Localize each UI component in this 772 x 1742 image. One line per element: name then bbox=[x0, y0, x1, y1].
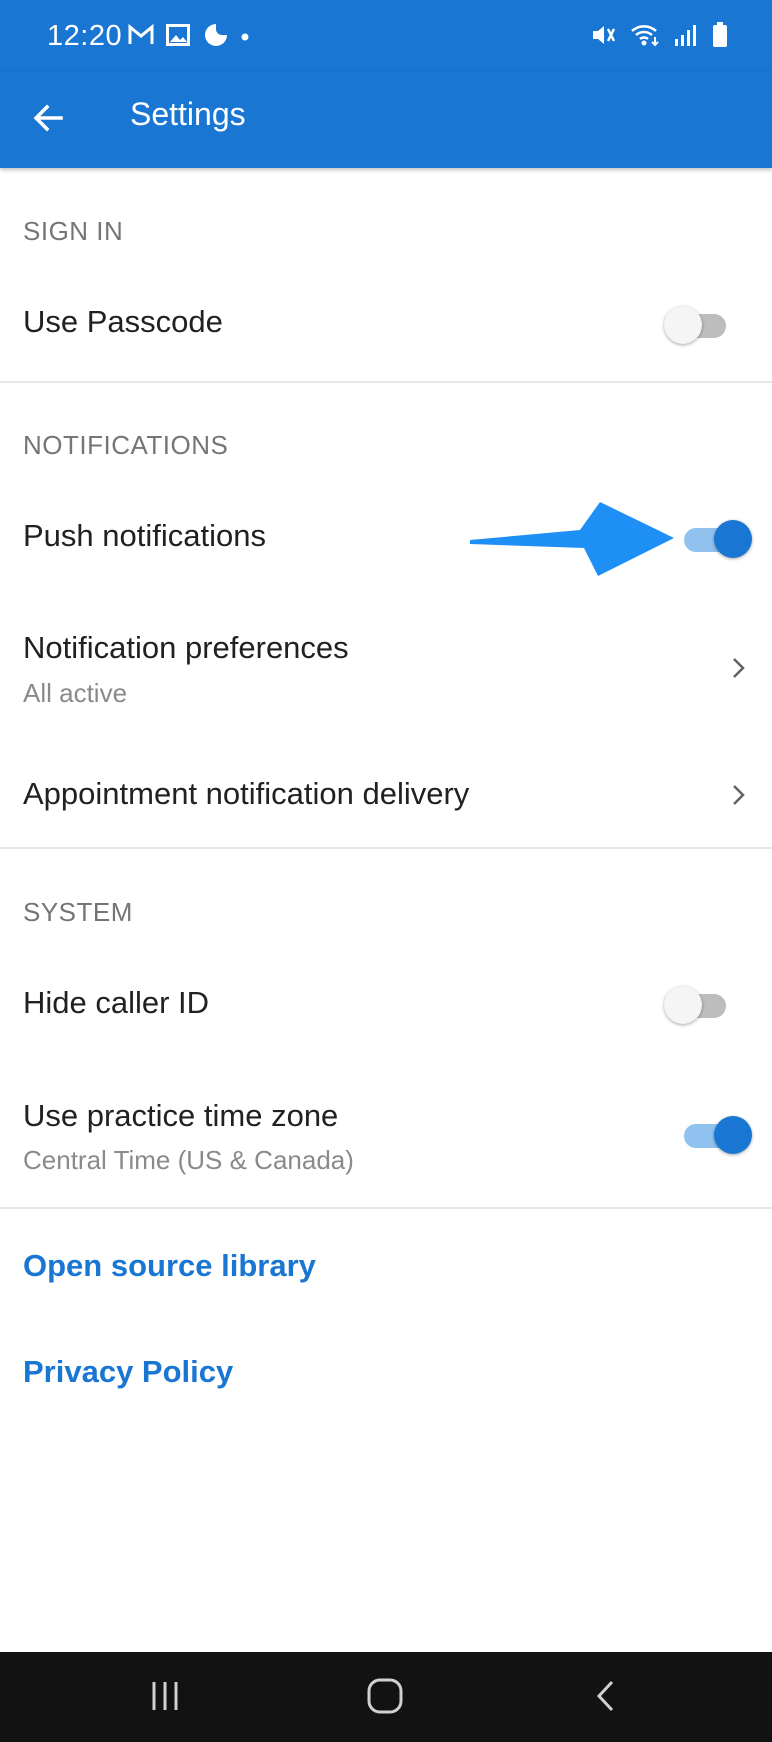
status-right-icons bbox=[590, 22, 728, 53]
gmail-icon bbox=[128, 23, 154, 51]
section-header-system: SYSTEM bbox=[23, 897, 133, 927]
appointment-delivery-label: Appointment notification delivery bbox=[23, 776, 470, 811]
home-icon bbox=[366, 1677, 404, 1720]
chevron-right-icon bbox=[733, 658, 745, 678]
chevron-left-icon bbox=[591, 1679, 621, 1718]
status-time: 12:20 bbox=[47, 20, 123, 52]
open-source-library-link[interactable]: Open source library bbox=[23, 1248, 316, 1284]
hide-caller-id-switch[interactable] bbox=[664, 984, 734, 1024]
page-title: Settings bbox=[130, 96, 246, 132]
section-header-sign-in: SIGN IN bbox=[23, 216, 124, 246]
use-passcode-switch[interactable] bbox=[664, 304, 734, 344]
practice-time-zone-label: Use practice time zone bbox=[23, 1098, 339, 1133]
divider bbox=[0, 1207, 772, 1209]
status-left-icons bbox=[128, 22, 250, 53]
system-back-button[interactable] bbox=[584, 1676, 628, 1720]
status-bar: 12:20 bbox=[0, 0, 772, 72]
dot-icon bbox=[240, 29, 250, 47]
section-header-notifications: NOTIFICATIONS bbox=[23, 430, 229, 460]
hide-caller-id-label: Hide caller ID bbox=[23, 985, 210, 1020]
annotation-arrow-icon bbox=[470, 502, 674, 576]
recent-apps-icon bbox=[148, 1679, 182, 1718]
divider bbox=[0, 847, 772, 849]
use-passcode-label: Use Passcode bbox=[23, 304, 223, 339]
wifi-icon bbox=[630, 23, 660, 52]
switch-thumb bbox=[664, 986, 702, 1024]
signal-icon bbox=[674, 23, 698, 52]
push-notifications-switch[interactable] bbox=[680, 518, 752, 558]
switch-thumb bbox=[664, 306, 702, 344]
switch-thumb bbox=[714, 1116, 752, 1154]
practice-time-zone-switch[interactable] bbox=[680, 1114, 752, 1154]
chevron-right-icon bbox=[733, 785, 745, 805]
divider bbox=[0, 381, 772, 383]
system-nav-bar bbox=[0, 1652, 772, 1742]
recent-apps-button[interactable] bbox=[143, 1676, 187, 1720]
privacy-policy-link[interactable]: Privacy Policy bbox=[23, 1354, 233, 1390]
app-bar: Settings bbox=[0, 72, 772, 168]
switch-thumb bbox=[714, 520, 752, 558]
notification-preferences-label: Notification preferences bbox=[23, 630, 349, 665]
push-notifications-label: Push notifications bbox=[23, 518, 266, 553]
mute-vibrate-icon bbox=[590, 23, 616, 52]
practice-time-zone-value: Central Time (US & Canada) bbox=[23, 1145, 354, 1175]
home-button[interactable] bbox=[363, 1676, 407, 1720]
back-button[interactable] bbox=[22, 94, 74, 146]
gallery-icon bbox=[166, 24, 190, 51]
phone-app-icon bbox=[202, 22, 228, 53]
arrow-left-icon bbox=[31, 101, 65, 140]
notification-preferences-value: All active bbox=[23, 678, 128, 708]
battery-icon bbox=[712, 22, 728, 53]
